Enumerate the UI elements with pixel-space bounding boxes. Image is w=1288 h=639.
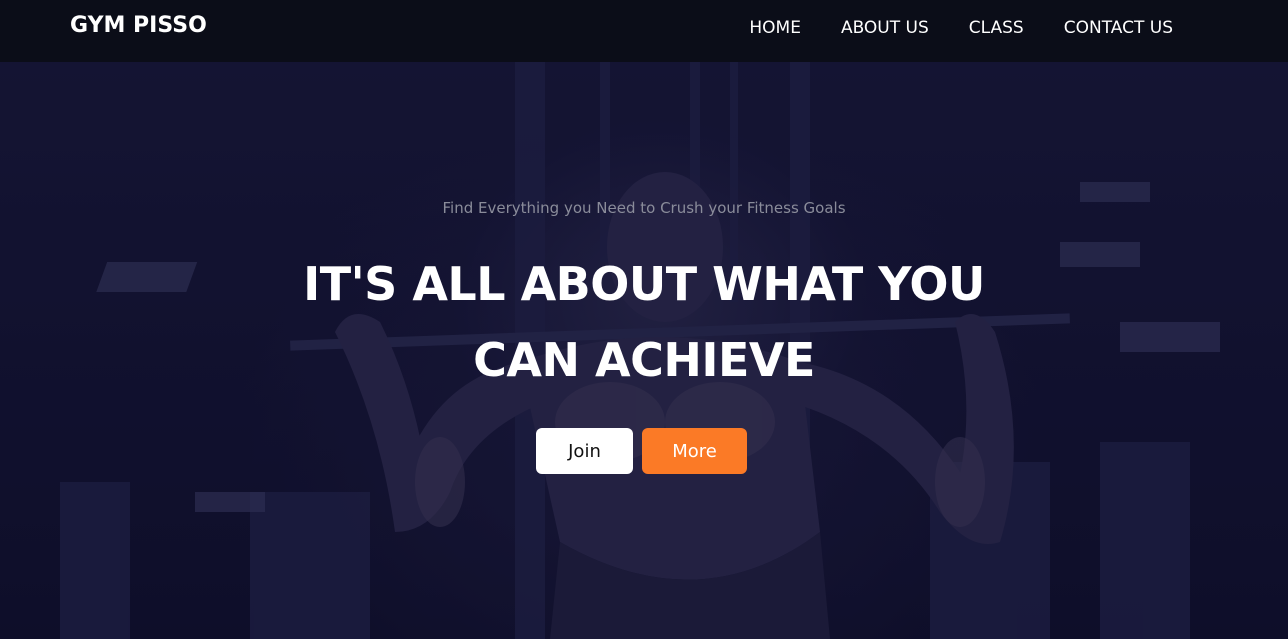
page: GYM PISSO HOME ABOUT US CLASS CONTACT US <box>0 0 1288 639</box>
nav-link-about-us[interactable]: ABOUT US <box>841 18 929 38</box>
nav-links: HOME ABOUT US CLASS CONTACT US <box>749 18 1173 38</box>
hero-content: Find Everything you Need to Crush your F… <box>0 62 1288 639</box>
hero-headline-line1: IT'S ALL ABOUT WHAT YOU <box>303 257 985 311</box>
nav-link-home[interactable]: HOME <box>749 18 801 38</box>
more-button[interactable]: More <box>642 428 747 474</box>
navbar: GYM PISSO HOME ABOUT US CLASS CONTACT US <box>0 0 1288 62</box>
join-button[interactable]: Join <box>536 428 633 474</box>
brand-logo[interactable]: GYM PISSO <box>70 13 207 38</box>
hero-headline-line2: CAN ACHIEVE <box>473 333 815 387</box>
hero-tagline: Find Everything you Need to Crush your F… <box>442 199 846 217</box>
nav-link-class[interactable]: CLASS <box>969 18 1024 38</box>
hero-headline: IT'S ALL ABOUT WHAT YOU CAN ACHIEVE <box>294 246 994 398</box>
nav-link-contact-us[interactable]: CONTACT US <box>1064 18 1173 38</box>
